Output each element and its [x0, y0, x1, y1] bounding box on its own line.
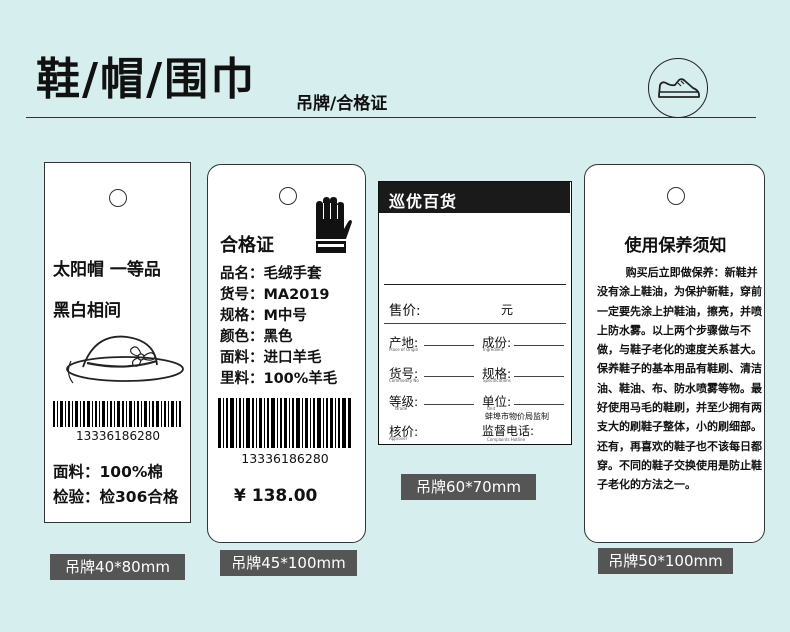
certificate-heading: 合格证 [220, 235, 274, 256]
size-caption-4: 吊牌50*100mm [598, 548, 733, 574]
ingredient-sublabel: Ingredient [483, 347, 504, 352]
hang-tag-60x70: 巡优百货 售价: 元 产地: Place of Origin 成份: Ingre… [378, 181, 572, 445]
price-unit: 元 [501, 303, 514, 317]
size-caption-1: 吊牌40*80mm [50, 554, 185, 580]
page-title: 鞋/帽/围巾 [36, 54, 257, 105]
tag-hole [109, 189, 127, 207]
brand-header: 巡优百货 [379, 182, 570, 213]
item-no-sublabel: Commodity No [389, 378, 419, 383]
page-subtitle: 吊牌/合格证 [296, 94, 388, 114]
product-name: 太阳帽 一等品 [53, 260, 161, 280]
outer-material: 面料：进口羊毛 [220, 350, 322, 366]
hang-tag-40x80: 太阳帽 一等品 黑白相间 13336186280 面料：100%棉 检验：检30… [44, 162, 191, 523]
divider [384, 284, 566, 285]
barcode-number: 13336186280 [241, 451, 329, 466]
size-caption-2: 吊牌45*100mm [220, 550, 357, 576]
product-name: 品名：毛绒手套 [220, 266, 322, 282]
spec-sublabel: Specifications [483, 378, 511, 383]
barcode-number: 13336186280 [76, 429, 160, 443]
shoe-icon [648, 58, 708, 118]
price-label: 售价: [389, 303, 421, 319]
tag-hole [279, 187, 297, 205]
divider [424, 376, 474, 377]
hang-tag-50x100: 使用保养须知 购买后立即做保养：新鞋并没有涂上鞋油，为保护新鞋，穿前一定要先涂上… [584, 164, 765, 543]
header-divider [26, 117, 756, 118]
tag-hole [667, 187, 685, 205]
care-instructions: 购买后立即做保养：新鞋并没有涂上鞋油，为保护新鞋，穿前一定要先涂上护鞋油，擦亮，… [597, 263, 763, 495]
material-text: 面料：100%棉 [53, 463, 163, 481]
divider [514, 404, 564, 405]
origin-sublabel: Place of Origin [389, 347, 419, 352]
divider [424, 345, 474, 346]
hotline-sublabel: Complaints Hotline [487, 437, 526, 442]
approver-sublabel: Approver [389, 436, 408, 441]
supervisor-text: 蚌埠市物价局监制 [485, 412, 549, 421]
care-instructions-text: 购买后立即做保养：新鞋并没有涂上鞋油，为保护新鞋，穿前一定要先涂上护鞋油，擦亮，… [597, 266, 762, 492]
barcode [218, 398, 351, 448]
specification: 规格：M中号 [220, 308, 307, 324]
care-heading: 使用保养须知 [624, 236, 727, 256]
divider [514, 345, 564, 346]
grade-sublabel: Grade [395, 406, 408, 411]
hat-icon [65, 329, 185, 393]
inspection-text: 检验：检306合格 [53, 488, 179, 506]
lining-material: 里料：100%羊毛 [220, 371, 338, 387]
brand-name: 巡优百货 [389, 192, 458, 211]
divider [384, 323, 566, 324]
barcode [53, 401, 181, 427]
divider [514, 376, 564, 377]
hang-tag-45x100: 合格证 品名：毛绒手套 货号：MA2019 规格：M中号 颜色：黑色 面料：进口… [207, 164, 366, 543]
divider [424, 404, 474, 405]
item-number: 货号：MA2019 [220, 287, 330, 303]
glove-icon [310, 197, 352, 259]
price: ¥ 138.00 [234, 486, 318, 506]
color: 颜色：黑色 [220, 329, 293, 345]
product-color: 黑白相间 [53, 301, 121, 321]
size-caption-3: 吊牌60*70mm [401, 474, 536, 500]
